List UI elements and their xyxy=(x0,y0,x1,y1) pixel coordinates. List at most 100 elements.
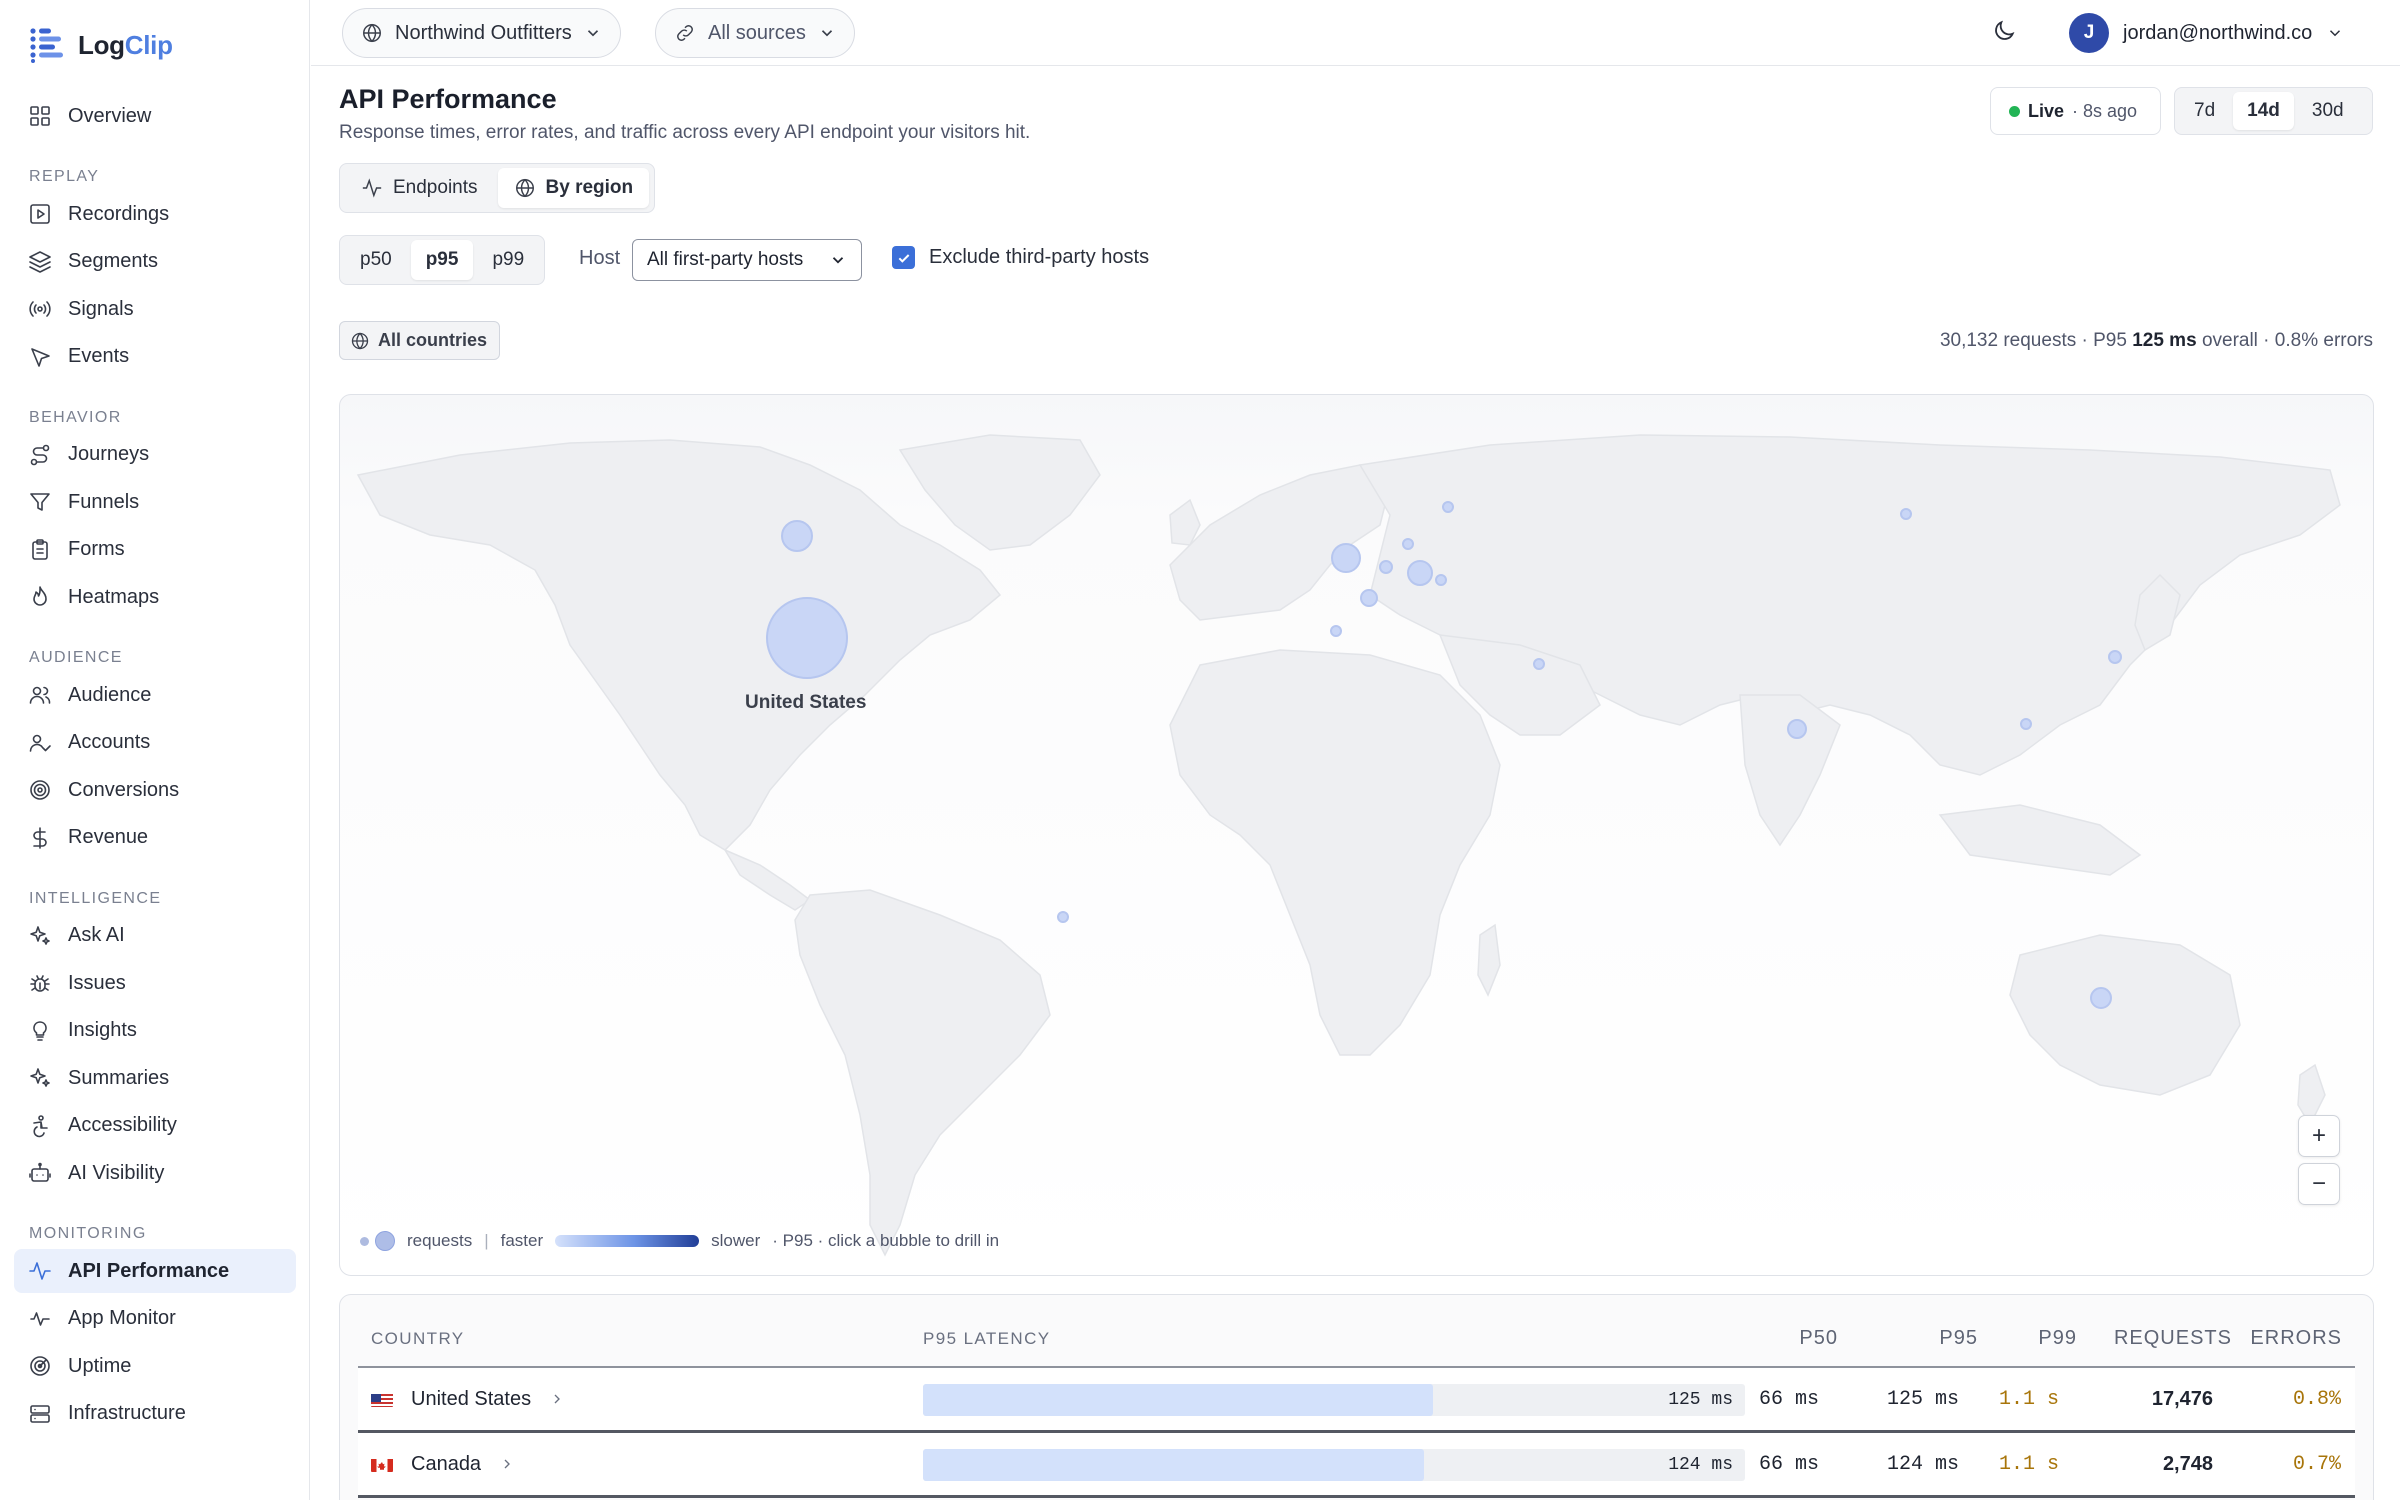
sidebar-item-label: App Monitor xyxy=(68,1307,176,1329)
sources-label: All sources xyxy=(708,21,806,44)
user-menu[interactable]: J jordan@northwind.co xyxy=(2069,13,2344,53)
range-7d-button[interactable]: 7d xyxy=(2180,92,2229,130)
column-header-latency[interactable]: P95 Latency xyxy=(923,1329,1051,1349)
country-filter-chip[interactable]: All countries xyxy=(339,321,501,360)
sidebar-item-overview[interactable]: Overview xyxy=(14,94,296,138)
layers-icon xyxy=(29,250,51,273)
region-bubble-russia[interactable] xyxy=(1900,508,1912,520)
sidebar-item-journeys[interactable]: Journeys xyxy=(14,433,296,477)
region-bubble-germany[interactable] xyxy=(1407,560,1433,586)
region-bubble-australia[interactable] xyxy=(2090,987,2112,1009)
nav-section-behavior: Behavior xyxy=(29,408,122,426)
range-14d-button[interactable]: 14d xyxy=(2233,92,2294,130)
latency-bar-fill xyxy=(923,1384,1433,1416)
sources-filter[interactable]: All sources xyxy=(655,8,855,58)
sidebar-item-label: Insights xyxy=(68,1019,137,1041)
sidebar-item-insights[interactable]: Insights xyxy=(14,1009,296,1053)
sidebar-item-forms[interactable]: Forms xyxy=(14,528,296,572)
latency-bar-fill xyxy=(923,1449,1425,1481)
column-header-p95[interactable]: P95 xyxy=(1939,1327,1978,1350)
table-row[interactable]: Canada 124 ms 66 ms 124 ms 1.1 s 2,748 0… xyxy=(358,1433,2355,1495)
region-bubble-netherlands[interactable] xyxy=(1379,560,1393,574)
sidebar-item-accessibility[interactable]: Accessibility xyxy=(14,1104,296,1148)
errors-cell: 0.7% xyxy=(2292,1452,2341,1476)
sidebar-item-revenue[interactable]: Revenue xyxy=(14,816,296,860)
table-row[interactable]: United States 125 ms 66 ms 125 ms 1.1 s … xyxy=(358,1368,2355,1430)
range-30d-button[interactable]: 30d xyxy=(2298,92,2358,130)
top-bar: Northwind Outfitters All sources J jorda… xyxy=(311,0,2400,66)
chevron-down-icon xyxy=(587,30,598,37)
region-bubble-spain[interactable] xyxy=(1330,625,1342,637)
sidebar-item-conversions[interactable]: Conversions xyxy=(14,768,296,812)
tab-by-region[interactable]: By region xyxy=(497,168,650,208)
region-bubble-united-states[interactable] xyxy=(766,597,848,679)
sidebar-item-accounts[interactable]: Accounts xyxy=(14,721,296,765)
theme-toggle-button[interactable] xyxy=(1991,18,2021,48)
sidebar-item-signals[interactable]: Signals xyxy=(14,287,296,331)
sidebar-item-segments[interactable]: Segments xyxy=(14,240,296,284)
summary-requests: 30,132 requests · P95 xyxy=(1939,330,2127,351)
latency-bar: 124 ms xyxy=(923,1449,1745,1481)
sidebar-item-summaries[interactable]: Summaries xyxy=(14,1056,296,1100)
brand-logo[interactable]: LogClip xyxy=(28,26,173,64)
percentile-p95-button[interactable]: p95 xyxy=(410,240,474,280)
sidebar-item-issues[interactable]: Issues xyxy=(14,961,296,1005)
region-bubble-france[interactable] xyxy=(1360,589,1378,607)
sidebar-nav: Overview Replay Recordings Segments Sign… xyxy=(14,94,296,1439)
sidebar-item-recordings[interactable]: Recordings xyxy=(14,192,296,236)
sidebar-item-audience[interactable]: Audience xyxy=(14,673,296,717)
column-header-requests[interactable]: Requests xyxy=(2114,1327,2232,1350)
page-subtitle: Response times, error rates, and traffic… xyxy=(339,122,1031,143)
country-cell: United States xyxy=(371,1368,565,1430)
column-header-errors[interactable]: Errors xyxy=(2250,1327,2342,1350)
user-email: jordan@northwind.co xyxy=(2123,21,2313,44)
column-header-p50[interactable]: P50 xyxy=(1799,1327,1838,1350)
sidebar-item-ask-ai[interactable]: Ask AI xyxy=(14,914,296,958)
region-bubble-israel[interactable] xyxy=(1533,658,1545,670)
region-bubble-united-kingdom[interactable] xyxy=(1331,543,1361,573)
region-bubble-japan[interactable] xyxy=(2108,650,2122,664)
avatar: J xyxy=(2069,13,2109,53)
nav-section-intelligence: Intelligence xyxy=(29,889,162,907)
workspace-switcher[interactable]: Northwind Outfitters xyxy=(342,8,621,58)
sidebar-item-label: Infrastructure xyxy=(68,1402,186,1424)
sidebar-item-events[interactable]: Events xyxy=(14,335,296,379)
accessibility-icon xyxy=(33,1114,48,1137)
sidebar-item-label: Events xyxy=(68,345,130,367)
chevron-down-icon xyxy=(821,30,832,37)
legend-slower: slower xyxy=(711,1231,761,1250)
zoom-in-button[interactable]: + xyxy=(2298,1115,2340,1157)
sidebar-item-api-performance[interactable]: API Performance xyxy=(14,1249,296,1293)
tab-endpoints[interactable]: Endpoints xyxy=(345,168,494,208)
ca-flag-icon xyxy=(371,1457,393,1472)
globe-icon xyxy=(351,332,369,349)
host-select[interactable]: All first-party hosts xyxy=(632,239,862,281)
check-icon xyxy=(898,253,909,263)
sidebar-item-label: Conversions xyxy=(68,778,180,801)
percentile-p50-button[interactable]: p50 xyxy=(345,240,407,280)
region-bubble-india[interactable] xyxy=(1787,719,1807,739)
region-bubble-philippines[interactable] xyxy=(2020,718,2032,730)
bubble-label-united-states: United States xyxy=(745,692,867,713)
route-icon xyxy=(30,444,50,465)
percentile-p99-button[interactable]: p99 xyxy=(477,240,539,280)
flame-icon xyxy=(33,586,47,606)
exclude-third-party-toggle[interactable]: Exclude third-party hosts xyxy=(892,246,1149,269)
sidebar-item-infrastructure[interactable]: Infrastructure xyxy=(14,1392,296,1436)
column-header-p99[interactable]: P99 xyxy=(2038,1327,2077,1350)
region-bubble-brazil[interactable] xyxy=(1057,911,1069,923)
sidebar-item-funnels[interactable]: Funnels xyxy=(14,480,296,524)
sidebar-item-ai-visibility[interactable]: AI Visibility xyxy=(14,1151,296,1195)
sidebar-item-heatmaps[interactable]: Heatmaps xyxy=(14,575,296,619)
zoom-out-button[interactable]: − xyxy=(2298,1163,2340,1205)
region-bubble-poland[interactable] xyxy=(1435,574,1447,586)
region-bubble-sweden[interactable] xyxy=(1442,501,1454,513)
legend-faster: faster xyxy=(500,1231,544,1250)
sidebar-item-app-monitor[interactable]: App Monitor xyxy=(14,1297,296,1341)
sidebar-item-uptime[interactable]: Uptime xyxy=(14,1344,296,1388)
region-bubble-canada[interactable] xyxy=(781,520,813,552)
region-bubble-denmark[interactable] xyxy=(1402,538,1414,550)
exclude-third-party-checkbox[interactable] xyxy=(892,246,915,269)
column-header-country[interactable]: Country xyxy=(371,1329,465,1349)
users-icon xyxy=(29,686,51,704)
